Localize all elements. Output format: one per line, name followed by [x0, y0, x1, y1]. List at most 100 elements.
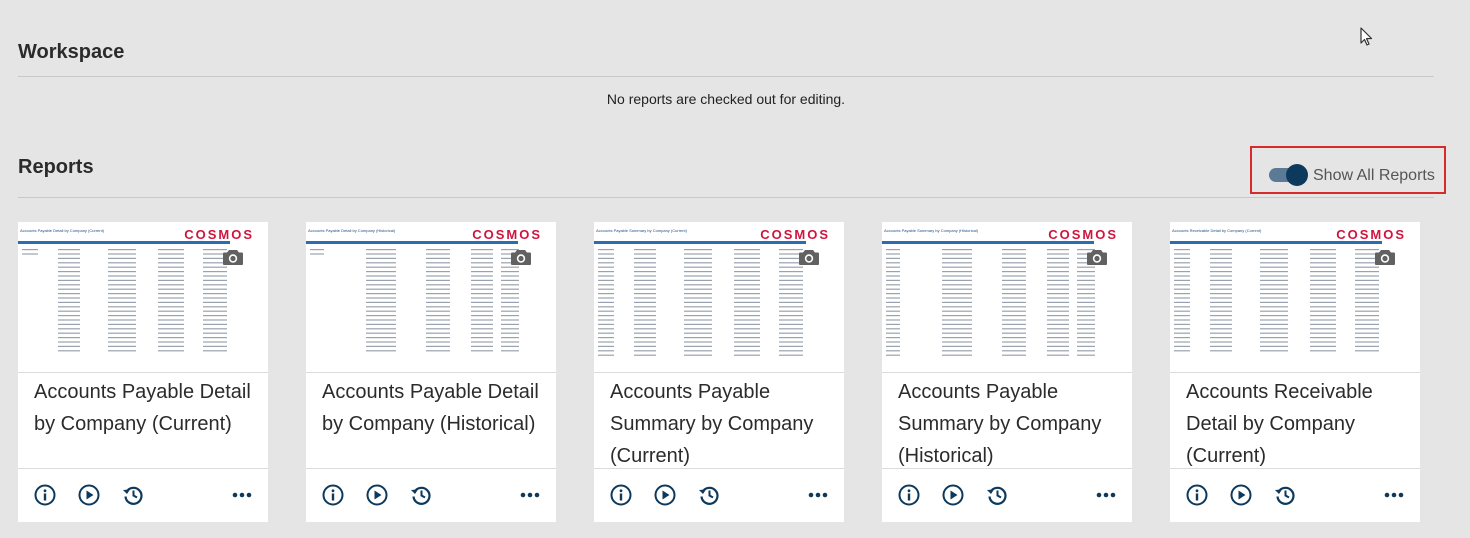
thumbnail-table-line	[1002, 297, 1026, 299]
thumbnail-table-line	[598, 350, 614, 352]
camera-icon[interactable]	[798, 248, 820, 266]
history-icon[interactable]	[698, 484, 720, 506]
more-horizontal-icon[interactable]	[520, 490, 540, 500]
more-horizontal-icon[interactable]	[232, 490, 252, 500]
report-card-title[interactable]: Accounts Payable Detail by Company (Hist…	[322, 376, 542, 440]
play-circle-icon[interactable]	[942, 484, 964, 506]
thumbnail-table-line	[779, 271, 803, 273]
report-thumbnail[interactable]: Accounts Receivable Detail by Company (C…	[1170, 222, 1420, 373]
info-circle-icon[interactable]	[34, 484, 56, 506]
thumbnail-table-line	[779, 275, 803, 277]
thumbnail-table-line	[634, 350, 656, 352]
thumbnail-table-line	[426, 310, 450, 312]
play-circle-icon[interactable]	[1230, 484, 1252, 506]
thumbnail-table-line	[501, 315, 519, 317]
show-all-reports-label[interactable]: Show All Reports	[1313, 167, 1435, 185]
thumbnail-table-line	[886, 301, 900, 303]
info-circle-icon[interactable]	[898, 484, 920, 506]
thumbnail-table-line	[1310, 341, 1336, 343]
thumbnail-table-line	[426, 257, 450, 259]
thumbnail-table-line	[471, 350, 493, 352]
more-horizontal-icon[interactable]	[1096, 490, 1116, 500]
thumbnail-table-line	[684, 319, 712, 321]
info-circle-icon[interactable]	[610, 484, 632, 506]
report-card-title[interactable]: Accounts Receivable Detail by Company (C…	[1186, 376, 1406, 472]
thumbnail-table-line	[1077, 275, 1095, 277]
report-card-title[interactable]: Accounts Payable Summary by Company (Cur…	[610, 376, 830, 472]
thumbnail-table-line	[1002, 253, 1026, 255]
thumbnail-table-line	[1002, 262, 1026, 264]
thumbnail-table-line	[1310, 328, 1336, 330]
history-icon[interactable]	[410, 484, 432, 506]
thumbnail-table-line	[58, 253, 80, 255]
report-card-title[interactable]: Accounts Payable Detail by Company (Curr…	[34, 376, 254, 440]
history-icon[interactable]	[122, 484, 144, 506]
thumbnail-report-title: Accounts Payable Detail by Company (Hist…	[308, 228, 396, 233]
thumbnail-table-line	[1310, 345, 1336, 347]
thumbnail-table-line	[684, 323, 712, 325]
report-card[interactable]: Accounts Payable Detail by Company (Curr…	[18, 222, 268, 522]
show-all-reports-toggle[interactable]	[1269, 164, 1308, 186]
report-card[interactable]: Accounts Payable Summary by Company (Cur…	[594, 222, 844, 522]
report-thumbnail[interactable]: Accounts Payable Summary by Company (Cur…	[594, 222, 844, 373]
report-card-title[interactable]: Accounts Payable Summary by Company (His…	[898, 376, 1118, 472]
thumbnail-header-bar	[18, 241, 230, 244]
thumbnail-table-line	[598, 310, 614, 312]
history-icon[interactable]	[1274, 484, 1296, 506]
thumbnail-table-line	[1210, 266, 1232, 268]
more-horizontal-icon[interactable]	[808, 490, 828, 500]
thumbnail-table-line	[886, 293, 900, 295]
thumbnail-table-line	[58, 323, 80, 325]
camera-icon[interactable]	[1086, 248, 1108, 266]
thumbnail-table-line	[158, 328, 184, 330]
thumbnail-table-line	[942, 279, 972, 281]
thumbnail-table-line	[158, 315, 184, 317]
thumbnail-table-line	[1310, 319, 1336, 321]
thumbnail-table-line	[598, 319, 614, 321]
thumbnail-table-line	[734, 323, 760, 325]
play-circle-icon[interactable]	[366, 484, 388, 506]
thumbnail-table-line	[1077, 284, 1095, 286]
info-circle-icon[interactable]	[322, 484, 344, 506]
thumbnail-table-line	[734, 279, 760, 281]
report-thumbnail[interactable]: Accounts Payable Summary by Company (His…	[882, 222, 1132, 373]
thumbnail-table-line	[1210, 257, 1232, 259]
play-circle-icon[interactable]	[654, 484, 676, 506]
thumbnail-table-line	[598, 301, 614, 303]
camera-icon[interactable]	[510, 248, 532, 266]
thumbnail-table-line	[158, 253, 184, 255]
more-horizontal-icon[interactable]	[1384, 490, 1404, 500]
thumbnail-table-line	[58, 279, 80, 281]
thumbnail-table-line	[634, 337, 656, 339]
camera-icon[interactable]	[1374, 248, 1396, 266]
report-card[interactable]: Accounts Payable Summary by Company (His…	[882, 222, 1132, 522]
info-circle-icon[interactable]	[1186, 484, 1208, 506]
thumbnail-table-line	[366, 266, 396, 268]
thumbnail-table-line	[1355, 271, 1379, 273]
report-thumbnail[interactable]: Accounts Payable Detail by Company (Curr…	[18, 222, 268, 373]
thumbnail-table-line	[779, 279, 803, 281]
report-card[interactable]: Accounts Receivable Detail by Company (C…	[1170, 222, 1420, 522]
play-circle-icon[interactable]	[78, 484, 100, 506]
thumbnail-table-line	[734, 275, 760, 277]
thumbnail-table-line	[58, 275, 80, 277]
thumbnail-table-line	[1047, 266, 1069, 268]
thumbnail-table-line	[598, 271, 614, 273]
thumbnail-table-line	[598, 332, 614, 334]
thumbnail-table-line	[58, 315, 80, 317]
thumbnail-table-line	[1174, 323, 1190, 325]
thumbnail-table-line	[471, 341, 493, 343]
thumbnail-table-line	[1210, 306, 1232, 308]
thumbnail-table-line	[1260, 279, 1288, 281]
camera-icon[interactable]	[222, 248, 244, 266]
thumbnail-table-line	[1260, 319, 1288, 321]
thumbnail-table-line	[942, 257, 972, 259]
thumbnail-table-line	[501, 275, 519, 277]
cosmos-logo: COSMOS	[760, 227, 830, 242]
toggle-knob[interactable]	[1286, 164, 1308, 186]
history-icon[interactable]	[986, 484, 1008, 506]
thumbnail-table-line	[501, 271, 519, 273]
thumbnail-table-line	[1002, 275, 1026, 277]
report-thumbnail[interactable]: Accounts Payable Detail by Company (Hist…	[306, 222, 556, 373]
report-card[interactable]: Accounts Payable Detail by Company (Hist…	[306, 222, 556, 522]
